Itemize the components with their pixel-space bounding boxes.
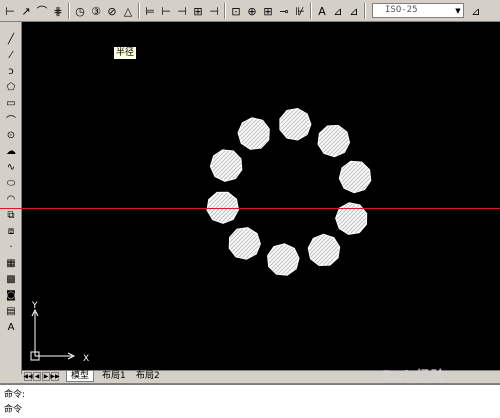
toolbar-separator — [138, 3, 140, 19]
dimedit-icon[interactable]: A — [314, 3, 330, 19]
command-line[interactable]: 命令: 命令 — [0, 383, 500, 418]
dimtedit-icon[interactable]: ⊮ — [292, 3, 308, 19]
break-dim-icon[interactable]: ⊣ — [206, 3, 222, 19]
region-icon[interactable]: ◙ — [3, 288, 19, 302]
dimstyle-manager-icon[interactable]: ⊿ — [468, 3, 484, 19]
toolbar-separator — [310, 3, 312, 19]
continue-dim-icon[interactable]: ⊣ — [174, 3, 190, 19]
ucs-x-label: X — [83, 354, 89, 364]
toolbar-separator — [224, 3, 226, 19]
table-icon[interactable]: ▤ — [3, 304, 19, 318]
polyline-icon[interactable]: ɔ — [3, 64, 19, 78]
ellipse-arc-icon[interactable]: ◠ — [3, 192, 19, 206]
tab-model[interactable]: 模型 — [66, 371, 95, 382]
tab-layout1[interactable]: 布局1 — [98, 371, 130, 382]
revision-cloud-icon[interactable]: ☁ — [3, 144, 19, 158]
command-history: 命令: — [4, 390, 26, 400]
draw-toolbar: ╱ ⁄ ɔ ⬠ ▭ ⌒ ⊙ ☁ ∿ ⬭ ◠ ⧉ ⧈ · ▦ ▩ ◙ ▤ A — [0, 22, 22, 374]
ucs-icon — [30, 308, 76, 361]
hatched-polygon[interactable] — [228, 227, 261, 260]
baseline-dim-icon[interactable]: ⊢ — [158, 3, 174, 19]
insert-block-icon[interactable]: ⧉ — [3, 208, 19, 222]
linear-dim-icon[interactable]: ⊢ — [2, 3, 18, 19]
tab-prev-icon[interactable]: ◀ — [33, 372, 41, 381]
gradient-icon[interactable]: ▩ — [3, 272, 19, 286]
tab-next-icon[interactable]: ▶ — [42, 372, 50, 381]
toolbar-separator — [364, 3, 366, 19]
center-mark-icon[interactable]: ⊕ — [244, 3, 260, 19]
construction-line-icon[interactable]: ⁄ — [3, 48, 19, 62]
chevron-down-icon[interactable]: ▼ — [453, 4, 463, 17]
arc-length-dim-icon[interactable]: ⌒ — [34, 3, 50, 19]
spline-icon[interactable]: ∿ — [3, 160, 19, 174]
tab-last-icon[interactable]: ▶▶ — [50, 372, 60, 381]
circle-icon[interactable]: ⊙ — [3, 128, 19, 142]
radius-dim-icon[interactable]: ◷ — [72, 3, 88, 19]
dimension-toolbar: ⊢ ↗ ⌒ ⋕ ◷ ③ ⊘ △ ⊨ ⊢ ⊣ ⊞ ⊣ ⊡ ⊕ ⊞ ⊸ ⊮ A ⊿ … — [0, 0, 500, 22]
command-input[interactable]: 命令 — [4, 402, 22, 415]
dim-update-icon[interactable]: ⊿ — [346, 3, 362, 19]
hatched-polygon[interactable] — [307, 233, 341, 267]
hatched-polygon[interactable] — [317, 124, 351, 158]
drawing-canvas[interactable]: Y X 半径 — [22, 22, 500, 370]
tab-first-icon[interactable]: ◀◀ — [23, 372, 33, 381]
line-icon[interactable]: ╱ — [3, 32, 19, 46]
make-block-icon[interactable]: ⧈ — [3, 224, 19, 238]
diameter-dim-icon[interactable]: ⊘ — [104, 3, 120, 19]
jogged-linear-icon[interactable]: ⊸ — [276, 3, 292, 19]
multiline-text-icon[interactable]: A — [3, 320, 19, 334]
polygon-array — [206, 107, 372, 276]
hatch-icon[interactable]: ▦ — [3, 256, 19, 270]
ordinate-dim-icon[interactable]: ⋕ — [50, 3, 66, 19]
arc-icon[interactable]: ⌒ — [3, 112, 19, 127]
tab-layout2[interactable]: 布局2 — [132, 371, 164, 382]
tooltip: 半径 — [113, 46, 138, 60]
space-dim-icon[interactable]: ⊞ — [190, 3, 206, 19]
aligned-dim-icon[interactable]: ↗ — [18, 3, 34, 19]
rectangle-icon[interactable]: ▭ — [3, 96, 19, 110]
hatched-polygon[interactable] — [237, 117, 270, 150]
polygon-icon[interactable]: ⬠ — [3, 80, 19, 94]
hatched-polygon[interactable] — [338, 160, 372, 194]
ucs-y-label: Y — [31, 301, 38, 311]
hatched-polygon[interactable] — [267, 243, 300, 276]
drawing-svg: Y X — [30, 107, 372, 364]
angular-dim-icon[interactable]: △ — [120, 3, 136, 19]
point-icon[interactable]: · — [3, 240, 19, 254]
toolbar-separator — [68, 3, 70, 19]
dimtedit-angle-icon[interactable]: ⊿ — [330, 3, 346, 19]
ellipse-icon[interactable]: ⬭ — [3, 176, 19, 190]
crosshair-line — [0, 208, 500, 209]
hatched-polygon[interactable] — [209, 149, 243, 182]
tolerance-dim-icon[interactable]: ⊡ — [228, 3, 244, 19]
jogged-dim-icon[interactable]: ③ — [88, 3, 104, 19]
inspect-dim-icon[interactable]: ⊞ — [260, 3, 276, 19]
hatched-polygon[interactable] — [279, 107, 312, 141]
quick-dim-icon[interactable]: ⊨ — [142, 3, 158, 19]
dimstyle-select[interactable]: ISO-25 — [372, 3, 464, 18]
